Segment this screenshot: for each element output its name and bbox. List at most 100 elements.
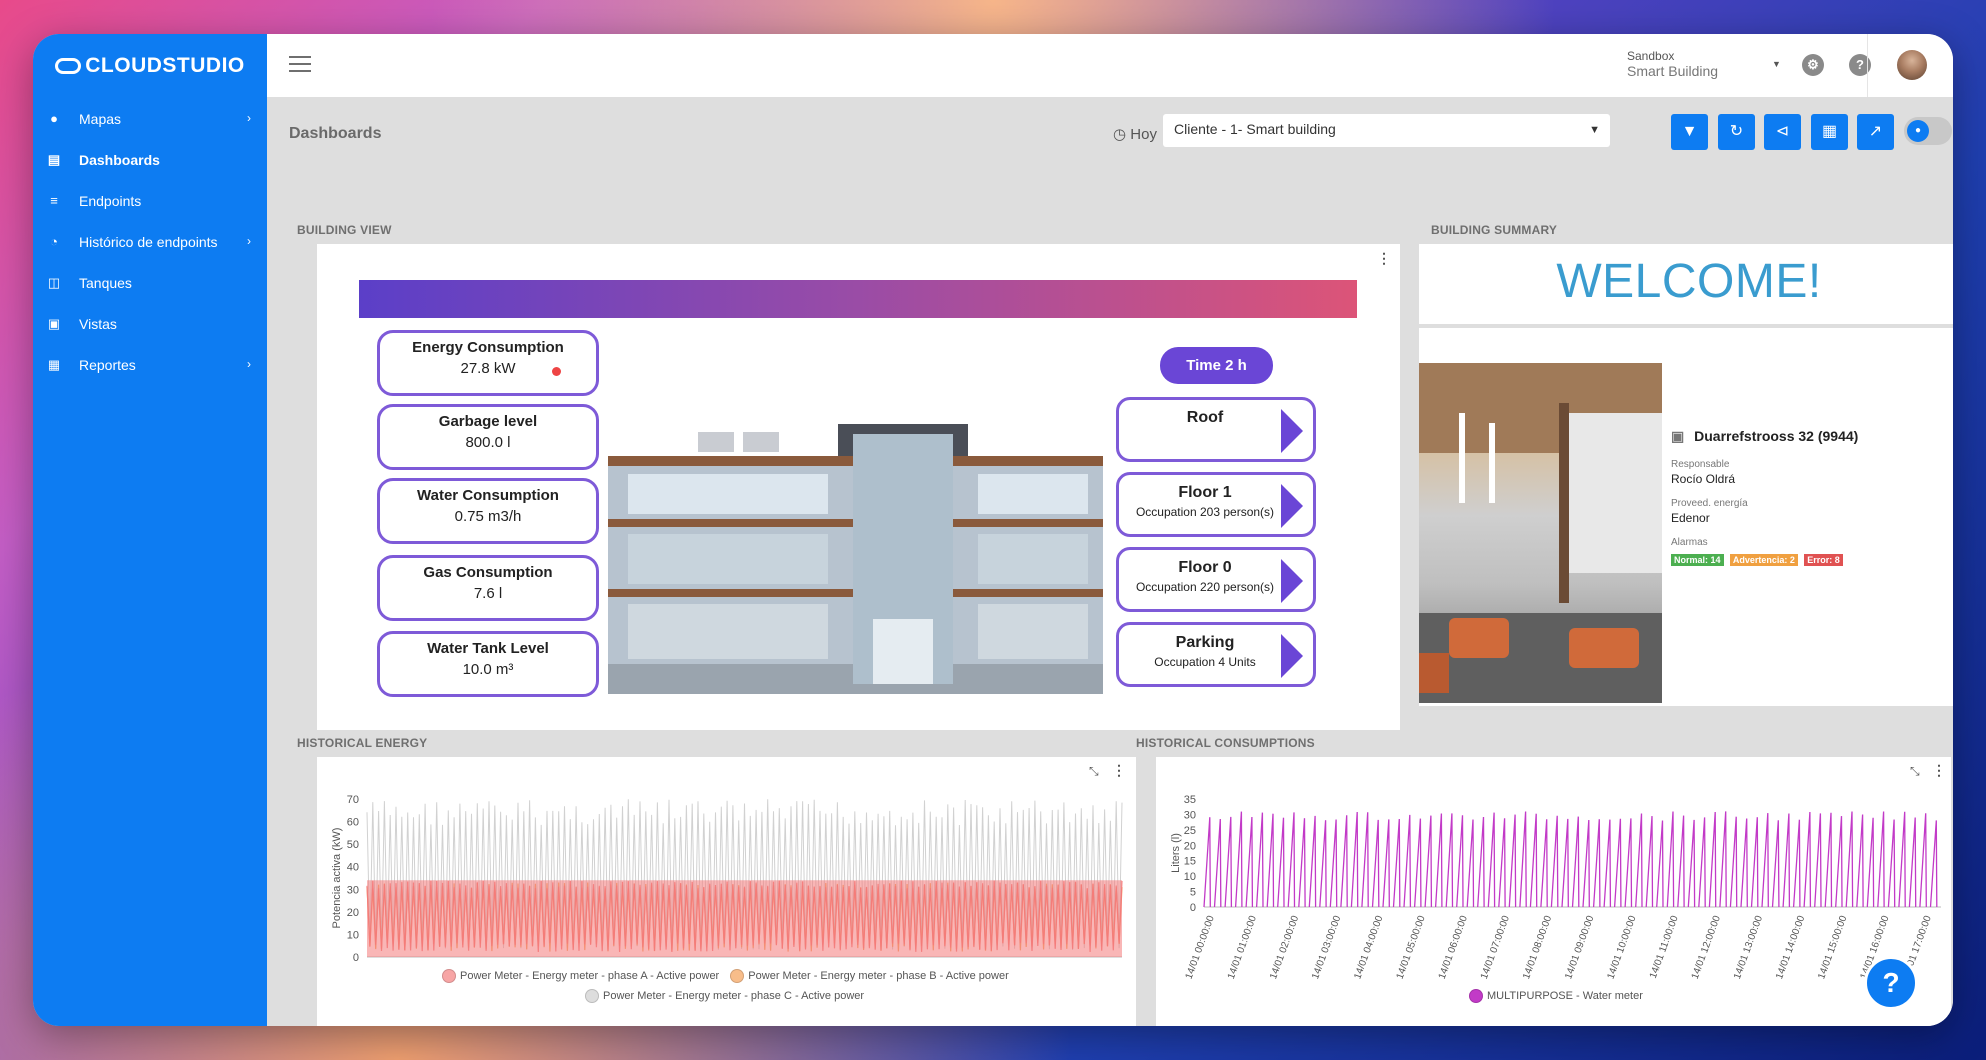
- x-tick-label: 14/01 11:00:00: [1648, 914, 1681, 980]
- legend-item-phase-a[interactable]: Power Meter - Energy meter - phase A - A…: [442, 969, 719, 983]
- y-tick-label: 60: [347, 817, 359, 829]
- occupation-value: 220 person(s): [1200, 580, 1275, 594]
- sidebar-item-dashboards[interactable]: ▤ Dashboards: [33, 139, 267, 180]
- building-photo: [1419, 363, 1662, 703]
- badge-error: Error: 8: [1804, 554, 1843, 566]
- floor-roof[interactable]: Roof: [1116, 397, 1316, 462]
- y-tick-label: 70: [347, 794, 359, 806]
- metric-value: 27.8 kW: [460, 360, 516, 377]
- floor-title: Parking: [1175, 634, 1235, 651]
- floor-0[interactable]: Floor 0 Occupation 220 person(s): [1116, 547, 1316, 612]
- floor-title: Roof: [1186, 409, 1224, 426]
- badge-warning: Advertencia: 2: [1729, 554, 1798, 566]
- section-building-view: BUILDING VIEW: [297, 223, 392, 237]
- logo[interactable]: CLOUDSTUDIO: [33, 34, 267, 98]
- floor-occupation: Occupation 4 Units: [1119, 655, 1291, 669]
- occupation-label: Occupation: [1135, 505, 1197, 519]
- water-legend: MULTIPURPOSE - Water meter: [1469, 989, 1643, 1003]
- x-tick-label: 14/01 09:00:00: [1563, 914, 1596, 981]
- floor-occupation: Occupation 220 person(s): [1119, 580, 1291, 594]
- sidebar-item-mapas[interactable]: ● Mapas ›: [33, 98, 267, 139]
- sidebar-item-reportes[interactable]: ▦ Reportes ›: [33, 344, 267, 385]
- chart-icon: ▤: [47, 151, 61, 167]
- x-tick-label: 14/01 03:00:00: [1310, 914, 1343, 981]
- alarms-label: Alarmas: [1671, 537, 1708, 548]
- legend-label: MULTIPURPOSE - Water meter: [1487, 989, 1643, 1002]
- metric-water-tank-level[interactable]: Water Tank Level 10.0 m³: [377, 631, 599, 697]
- filter-button[interactable]: ▼: [1671, 114, 1708, 150]
- occupation-value: 203 person(s): [1200, 505, 1275, 519]
- alarm-badges: Normal: 14 Advertencia: 2 Error: 8: [1671, 552, 1858, 566]
- metric-value: 800.0 l: [465, 434, 511, 451]
- y-tick-label: 40: [347, 862, 359, 874]
- sidebar-item-label: Dashboards: [79, 151, 160, 168]
- app-window: CLOUDSTUDIO ● Mapas › ▤ Dashboards ≡ End…: [33, 34, 1953, 1026]
- energy-chart: 0 10 20 30 40 50 60 70 Potencia activa (kW): [331, 794, 1123, 964]
- sidebar-item-historico[interactable]: ◔ Histórico de endpoints ›: [33, 221, 267, 262]
- kebab-menu-icon[interactable]: ⋮: [1377, 250, 1391, 267]
- section-building-summary: BUILDING SUMMARY: [1431, 223, 1558, 237]
- caret-down-icon[interactable]: ▼: [1772, 59, 1781, 69]
- x-tick-label: 14/01 04:00:00: [1352, 914, 1385, 981]
- sidebar-item-label: Histórico de endpoints: [79, 233, 218, 250]
- menu-icon[interactable]: [289, 56, 311, 74]
- welcome-card: WELCOME!: [1419, 244, 1953, 324]
- external-link-icon: ↗: [1868, 123, 1883, 140]
- legend-item-phase-b[interactable]: Power Meter - Energy meter - phase B - A…: [730, 969, 1009, 983]
- occupation-label: Occupation: [1135, 580, 1197, 594]
- metric-gas-consumption[interactable]: Gas Consumption 7.6 l: [377, 555, 599, 621]
- refresh-icon: ↻: [1729, 123, 1744, 140]
- logo-text: CLOUDSTUDIO: [85, 54, 245, 77]
- open-external-button[interactable]: ↗: [1857, 114, 1894, 150]
- tenant-selector[interactable]: Sandbox Smart Building: [1627, 49, 1718, 79]
- sidebar-item-endpoints[interactable]: ≡ Endpoints: [33, 180, 267, 221]
- legend-swatch: [585, 989, 599, 1003]
- chevron-right-icon: ›: [247, 234, 251, 248]
- share-button[interactable]: ⊲: [1764, 114, 1801, 150]
- floor-1[interactable]: Floor 1 Occupation 203 person(s): [1116, 472, 1316, 537]
- water-chart: 0 5 10 15 20 25 30 35 Liters (l) 14/01 00:00:00 14…: [1170, 794, 1941, 981]
- metric-garbage-level[interactable]: Garbage level 800.0 l: [377, 404, 599, 470]
- refresh-button[interactable]: ↻: [1718, 114, 1755, 150]
- building-illustration: [608, 424, 1103, 694]
- dashboard-select[interactable]: Cliente - 1- Smart building ▼: [1163, 114, 1610, 147]
- legend-label: Power Meter - Energy meter - phase C - A…: [603, 989, 865, 1002]
- sidebar-item-label: Endpoints: [79, 192, 142, 209]
- help-fab-button[interactable]: ?: [1864, 956, 1918, 1010]
- chevron-right-icon: ›: [247, 111, 251, 125]
- legend-item-phase-c[interactable]: Power Meter - Energy meter - phase C - A…: [585, 989, 865, 1003]
- arrow-right-icon: [1281, 409, 1303, 453]
- sidebar-item-vistas[interactable]: ▣ Vistas: [33, 303, 267, 344]
- lock-icon: ●: [1907, 120, 1929, 142]
- arrow-right-icon: [1281, 484, 1303, 528]
- sidebar-item-tanques[interactable]: ◫ Tanques: [33, 262, 267, 303]
- occupation-value: 4 Units: [1218, 655, 1256, 669]
- metric-title: Energy Consumption: [412, 339, 564, 356]
- x-tick-label: 14/01 01:00:00: [1226, 914, 1259, 981]
- series-area: [367, 880, 1122, 957]
- historical-consumptions-card: ⤡ ⋮ 0 5 10 15 20 25 30 35 Liters (l) 14/01 00:00:…: [1156, 757, 1951, 1026]
- floor-title: Floor 0: [1178, 559, 1232, 576]
- gear-icon[interactable]: ⚙: [1802, 54, 1824, 76]
- alert-dot-icon: [552, 367, 561, 376]
- arrow-right-icon: [1281, 559, 1303, 603]
- metric-energy-consumption[interactable]: Energy Consumption 27.8 kW: [377, 330, 599, 396]
- legend-label: Power Meter - Energy meter - phase B - A…: [748, 969, 1009, 982]
- building-view-widget: ⋮ Energy Consumption 27.8 kW Garbage lev…: [317, 244, 1400, 730]
- time-pill: Time 2 h: [1160, 347, 1273, 384]
- floor-parking[interactable]: Parking Occupation 4 Units: [1116, 622, 1316, 687]
- globe-icon: ●: [50, 110, 58, 126]
- energy-legend-row1: Power Meter - Energy meter - phase A - A…: [442, 969, 1009, 983]
- legend-item-water-meter[interactable]: MULTIPURPOSE - Water meter: [1469, 989, 1643, 1003]
- add-widget-button[interactable]: ▦: [1811, 114, 1848, 150]
- responsable-value: Rocío Oldrá: [1671, 472, 1736, 486]
- metric-water-consumption[interactable]: Water Consumption 0.75 m3/h: [377, 478, 599, 544]
- topbar: Sandbox Smart Building ▼ ⚙ ?: [267, 34, 1953, 97]
- time-range-button[interactable]: ◷ Hoy: [1113, 125, 1157, 143]
- lock-toggle[interactable]: ●: [1904, 117, 1952, 145]
- avatar[interactable]: [1897, 50, 1927, 80]
- sidebar-nav: ● Mapas › ▤ Dashboards ≡ Endpoints ◔ His…: [33, 98, 267, 385]
- welcome-title: WELCOME!: [1556, 255, 1822, 308]
- cloud-icon: [55, 58, 82, 74]
- tenant-subname: Smart Building: [1627, 63, 1719, 79]
